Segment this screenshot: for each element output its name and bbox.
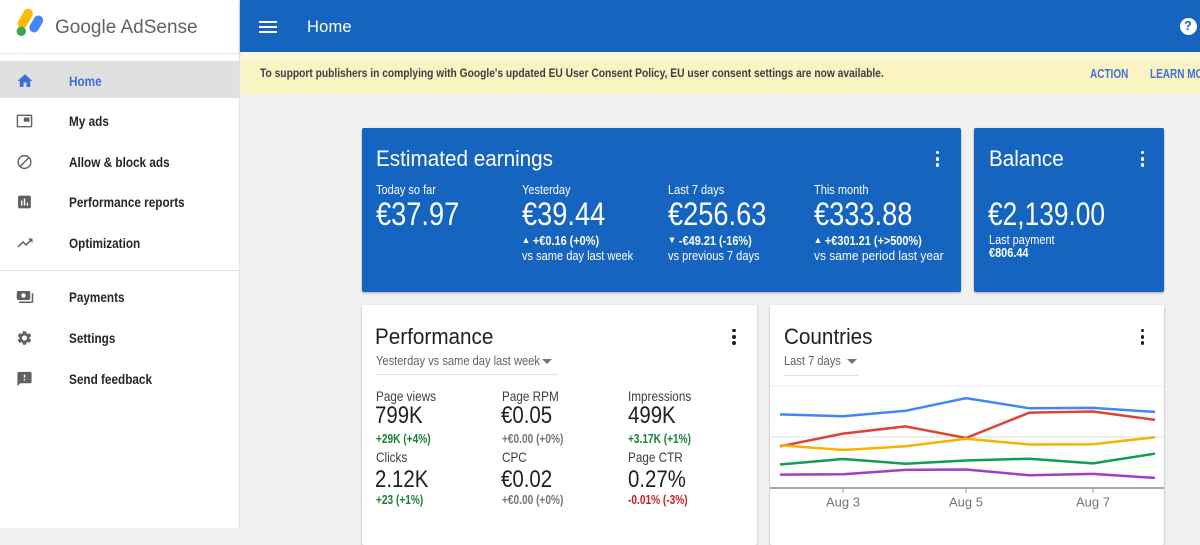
svg-text:Aug 3: Aug 3 [826, 495, 860, 510]
svg-text:Aug 7: Aug 7 [1076, 495, 1110, 510]
svg-text:Aug 5: Aug 5 [949, 495, 983, 510]
